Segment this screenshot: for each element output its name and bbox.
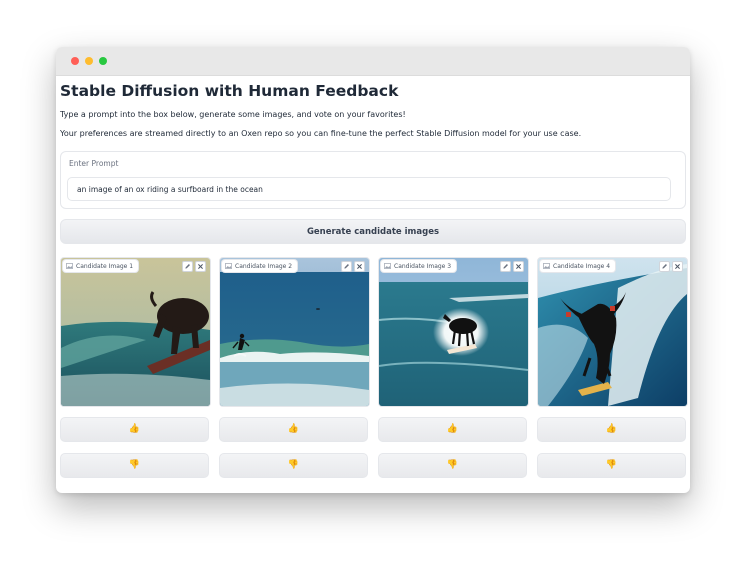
- image-icon: [225, 263, 232, 269]
- prompt-input[interactable]: [67, 177, 671, 201]
- candidate-image-label: Candidate Image 2: [222, 260, 298, 272]
- upvote-button[interactable]: 👍: [60, 417, 209, 442]
- remove-image-button[interactable]: [354, 261, 365, 272]
- candidate-image-label-text: Candidate Image 4: [553, 262, 611, 270]
- pencil-icon: [503, 264, 508, 269]
- remove-image-button[interactable]: [672, 261, 683, 272]
- prompt-panel: Enter Prompt: [60, 151, 686, 209]
- candidate-image-card: Candidate Image 1: [60, 257, 211, 407]
- edit-image-button[interactable]: [500, 261, 511, 272]
- app-window: Stable Diffusion with Human Feedback Typ…: [56, 47, 690, 493]
- pencil-icon: [344, 264, 349, 269]
- candidate-image-card: Candidate Image 3: [378, 257, 529, 407]
- candidate-image-label: Candidate Image 1: [63, 260, 139, 272]
- generate-button[interactable]: Generate candidate images: [60, 219, 686, 244]
- candidate-image-2: [220, 258, 369, 406]
- upvote-button[interactable]: 👍: [378, 417, 527, 442]
- upvote-button[interactable]: 👍: [219, 417, 368, 442]
- edit-image-button[interactable]: [182, 261, 193, 272]
- candidate-image-1: [61, 258, 210, 406]
- downvote-button[interactable]: 👎: [537, 453, 686, 478]
- card-actions: [182, 261, 206, 272]
- page-description: Type a prompt into the box below, genera…: [60, 110, 406, 119]
- candidate-image-label-text: Candidate Image 3: [394, 262, 452, 270]
- image-icon: [543, 263, 550, 269]
- card-actions: [659, 261, 683, 272]
- downvote-button[interactable]: 👎: [219, 453, 368, 478]
- remove-image-button[interactable]: [195, 261, 206, 272]
- upvote-button[interactable]: 👍: [537, 417, 686, 442]
- downvote-button[interactable]: 👎: [60, 453, 209, 478]
- candidate-image-card: Candidate Image 4: [537, 257, 688, 407]
- maximize-window-button[interactable]: [99, 57, 107, 65]
- downvote-button[interactable]: 👎: [378, 453, 527, 478]
- page-title: Stable Diffusion with Human Feedback: [60, 82, 399, 100]
- candidate-image-label: Candidate Image 3: [381, 260, 457, 272]
- prompt-label: Enter Prompt: [69, 159, 119, 168]
- candidate-image-label: Candidate Image 4: [540, 260, 616, 272]
- candidate-image-card: Candidate Image 2: [219, 257, 370, 407]
- page-description-secondary: Your preferences are streamed directly t…: [60, 129, 582, 138]
- pencil-icon: [662, 264, 667, 269]
- candidate-image-3: [379, 258, 528, 406]
- close-icon: [675, 264, 680, 269]
- card-actions: [500, 261, 524, 272]
- candidate-image-label-text: Candidate Image 1: [76, 262, 134, 270]
- edit-image-button[interactable]: [659, 261, 670, 272]
- edit-image-button[interactable]: [341, 261, 352, 272]
- close-window-button[interactable]: [71, 57, 79, 65]
- window-titlebar: [56, 47, 690, 76]
- card-actions: [341, 261, 365, 272]
- candidate-image-label-text: Candidate Image 2: [235, 262, 293, 270]
- remove-image-button[interactable]: [513, 261, 524, 272]
- image-icon: [384, 263, 391, 269]
- pencil-icon: [185, 264, 190, 269]
- close-icon: [357, 264, 362, 269]
- minimize-window-button[interactable]: [85, 57, 93, 65]
- candidate-image-4: [538, 258, 687, 406]
- close-icon: [516, 264, 521, 269]
- close-icon: [198, 264, 203, 269]
- image-icon: [66, 263, 73, 269]
